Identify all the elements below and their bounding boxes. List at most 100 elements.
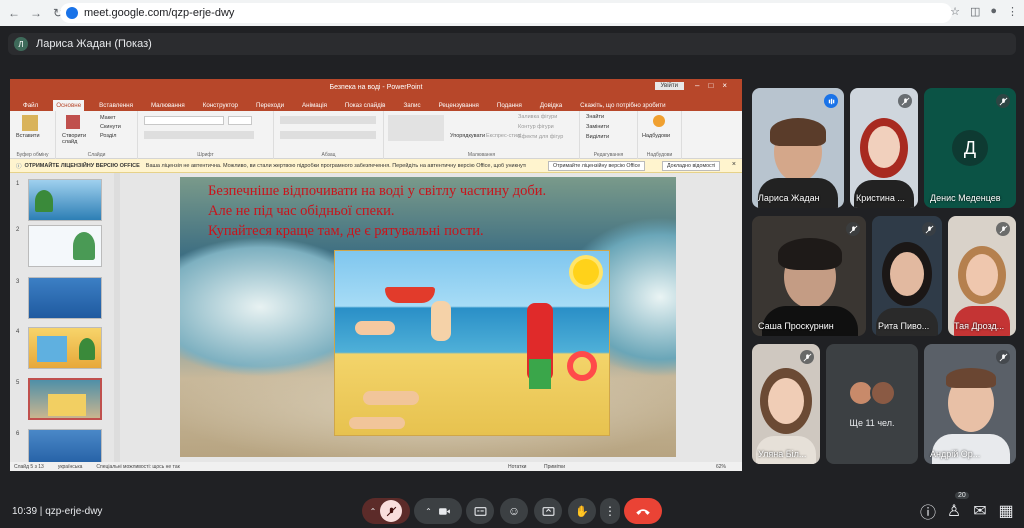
meeting-time: 10:39 | qzp-erje-dwy bbox=[12, 506, 103, 517]
site-info-icon[interactable] bbox=[66, 7, 78, 19]
shapes-gallery[interactable] bbox=[388, 115, 444, 141]
select-button[interactable]: Виділити bbox=[586, 134, 609, 140]
sun-icon bbox=[573, 259, 599, 285]
get-license-button[interactable]: Отримайте ліцензійну версію Office bbox=[548, 161, 646, 171]
participant-name: Тая Дрозд... bbox=[954, 321, 1005, 331]
meeting-info-icon[interactable]: ⓘ bbox=[920, 504, 936, 522]
chat-icon[interactable]: ✉ bbox=[972, 503, 988, 520]
tab-record[interactable]: Запис bbox=[400, 100, 423, 111]
notes-button[interactable]: Нотатки bbox=[508, 464, 526, 470]
chevron-up-icon[interactable]: ⌃ bbox=[425, 507, 432, 516]
tab-home[interactable]: Основне bbox=[53, 100, 85, 111]
presentation-header: Л Лариса Жадан (Показ) bbox=[8, 33, 1016, 55]
participant-tile-1[interactable]: Лариса Жадан bbox=[752, 88, 844, 208]
tab-slideshow[interactable]: Показ слайдів bbox=[342, 100, 389, 111]
tab-design[interactable]: Конструктор bbox=[200, 100, 241, 111]
current-slide: Безпечніше відпочивати на воді у світлу … bbox=[180, 177, 676, 457]
license-notice: ⓘ ОТРИМАЙТЕ ЛІЦЕНЗІЙНУ ВЕРСІЮ OFFICE Ваш… bbox=[10, 159, 742, 173]
slide-thumb-1[interactable] bbox=[28, 179, 102, 221]
camera-toggle-button[interactable]: ⌃ bbox=[414, 498, 462, 524]
tab-review[interactable]: Рецензування bbox=[436, 100, 482, 111]
language-indicator[interactable]: українська bbox=[58, 464, 83, 470]
reset-button[interactable]: Скинути bbox=[100, 124, 121, 130]
tab-help[interactable]: Довідка bbox=[537, 100, 565, 111]
activities-icon[interactable]: ▦ bbox=[998, 503, 1014, 520]
font-size-input[interactable] bbox=[228, 116, 252, 125]
people-icon[interactable]: ♙ bbox=[946, 503, 962, 520]
participant-name: Кристина ... bbox=[856, 193, 905, 203]
captions-button[interactable] bbox=[466, 498, 494, 524]
comments-button[interactable]: Примітки bbox=[544, 464, 565, 470]
quick-styles-button[interactable]: Експрес-стилі bbox=[486, 133, 521, 139]
zoom-level[interactable]: 62% bbox=[716, 464, 726, 470]
extensions-icon[interactable]: ◫ bbox=[970, 5, 980, 18]
participant-tile-8[interactable]: Андрій Ор... bbox=[924, 344, 1016, 464]
participant-tile-7[interactable]: Уляна Біл... bbox=[752, 344, 820, 464]
slide-counter: Слайд 5 з 13 bbox=[14, 463, 44, 470]
accessibility-status[interactable]: Спеціальні можливості: щось не так bbox=[96, 464, 179, 470]
addins-button[interactable]: Надбудови bbox=[642, 133, 670, 139]
tab-draw[interactable]: Малювання bbox=[148, 100, 188, 111]
align-buttons[interactable] bbox=[280, 131, 376, 139]
details-button[interactable]: Докладно відомості bbox=[662, 161, 721, 171]
find-button[interactable]: Знайти bbox=[586, 114, 604, 120]
pp-workarea: 1 2 3 4 5 6 Безпечніше відпочивати на во… bbox=[10, 173, 742, 471]
boat-icon bbox=[385, 287, 435, 303]
participant-tile-2[interactable]: Кристина ... bbox=[850, 88, 918, 208]
participant-tile-3[interactable]: Д Денис Меденцев bbox=[924, 88, 1016, 208]
slide-thumb-3[interactable] bbox=[28, 277, 102, 319]
reactions-button[interactable]: ☺ bbox=[500, 498, 528, 524]
shape-effects-button[interactable]: Ефекти для фігур bbox=[518, 134, 563, 140]
arrange-button[interactable]: Упорядкувати bbox=[450, 133, 485, 139]
chevron-up-icon[interactable]: ⌃ bbox=[370, 507, 377, 516]
close-icon[interactable]: × bbox=[732, 161, 736, 168]
window-controls[interactable]: –□× bbox=[695, 81, 736, 90]
forward-icon[interactable]: → bbox=[28, 5, 44, 21]
lifebuoy-icon bbox=[567, 351, 597, 381]
shared-screen: Безпека на воді - PowerPoint Увійти –□× … bbox=[10, 79, 742, 471]
slide-thumb-2[interactable] bbox=[28, 225, 102, 267]
slide-thumb-5[interactable] bbox=[28, 378, 102, 420]
tab-insert[interactable]: Вставлення bbox=[96, 100, 136, 111]
participant-tile-more[interactable]: Ще 11 чел. bbox=[826, 344, 918, 464]
address-bar[interactable]: meet.google.com/qzp-erje-dwy bbox=[60, 3, 952, 23]
font-name-input[interactable] bbox=[144, 116, 224, 125]
replace-button[interactable]: Замінити bbox=[586, 124, 609, 130]
tab-animations[interactable]: Анімація bbox=[299, 100, 330, 111]
raise-hand-button[interactable]: ✋ bbox=[568, 498, 596, 524]
tab-file[interactable]: Файл bbox=[20, 100, 41, 111]
login-button[interactable]: Увійти bbox=[654, 82, 684, 90]
present-button[interactable] bbox=[534, 498, 562, 524]
new-slide-button[interactable]: Створити слайд bbox=[62, 133, 94, 145]
shape-outline-button[interactable]: Контур фігури bbox=[518, 124, 554, 130]
group-label: Редагування bbox=[593, 152, 624, 158]
tab-transitions[interactable]: Переходи bbox=[253, 100, 287, 111]
bookmark-star-icon[interactable]: ☆ bbox=[950, 5, 960, 18]
font-format-buttons[interactable] bbox=[144, 131, 254, 139]
layout-button[interactable]: Макет bbox=[100, 115, 116, 121]
participant-tile-6[interactable]: Тая Дрозд... bbox=[948, 216, 1016, 336]
mic-off-icon bbox=[846, 222, 860, 236]
browser-menu-icon[interactable]: ⋮ bbox=[1007, 5, 1018, 18]
info-icon: ⓘ bbox=[16, 163, 22, 170]
participant-tile-5[interactable]: Рита Пиво... bbox=[872, 216, 942, 336]
mic-off-icon bbox=[800, 350, 814, 364]
thumbnail-scrollbar[interactable] bbox=[114, 173, 120, 462]
slide-thumb-4[interactable] bbox=[28, 327, 102, 369]
tell-me-search[interactable]: Скажіть, що потрібно зробити bbox=[577, 100, 668, 111]
leave-call-button[interactable] bbox=[624, 498, 662, 524]
presenter-avatar: Л bbox=[14, 37, 28, 51]
mic-toggle-button[interactable]: ⌃ bbox=[362, 498, 410, 524]
more-options-button[interactable]: ⋮ bbox=[600, 498, 620, 524]
section-button[interactable]: Розділ bbox=[100, 133, 116, 139]
profile-icon[interactable]: ● bbox=[990, 5, 997, 18]
group-paragraph: Абзац bbox=[274, 111, 384, 159]
tab-view[interactable]: Подання bbox=[494, 100, 525, 111]
participant-tile-4[interactable]: Саша Проскурнин bbox=[752, 216, 866, 336]
group-addins: Надбудови Надбудови bbox=[638, 111, 682, 159]
list-buttons[interactable] bbox=[280, 116, 376, 124]
shape-fill-button[interactable]: Заливка фігури bbox=[518, 114, 557, 120]
back-icon[interactable]: ← bbox=[6, 5, 22, 21]
paste-button[interactable]: Вставити bbox=[16, 133, 40, 139]
participant-count-badge: 20 bbox=[955, 492, 969, 499]
